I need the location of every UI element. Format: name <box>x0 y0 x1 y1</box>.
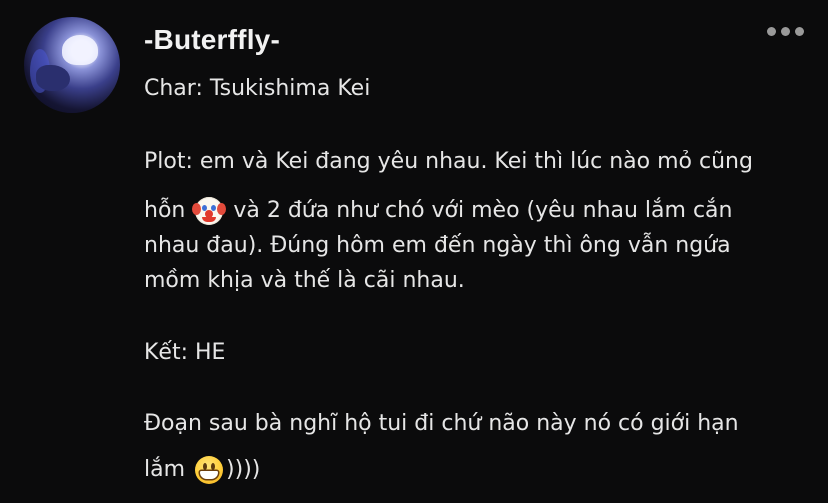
author-username[interactable]: -Buterffly- <box>144 22 280 58</box>
note-line-2-end: )))) <box>226 457 261 482</box>
post-card: -Buterffly- Char: Tsukishima Kei Plot: e… <box>0 0 828 503</box>
more-dot-icon <box>780 26 790 36</box>
avatar[interactable] <box>24 17 120 113</box>
plot-line-1: Plot: em và Kei đang yêu nhau. Kei thì l… <box>144 149 753 174</box>
note-line-1: Đoạn sau bà nghĩ hộ tui đi chứ não này n… <box>144 411 739 436</box>
grinning-face-icon <box>195 456 224 484</box>
ending-line: Kết: HE <box>144 340 226 365</box>
plot-line-2-end: và 2 đứa như chó với mèo (yêu nhau lắm c… <box>233 198 733 223</box>
note-line-2-start: lắm <box>144 457 186 482</box>
avatar-hair <box>62 35 98 65</box>
plot-line-3: nhau đau). Đúng hôm em đến ngày thì ông … <box>144 233 731 258</box>
note-line-2: lắm )))) <box>144 455 260 485</box>
avatar-hand <box>36 65 70 91</box>
clown-face-icon <box>192 197 227 225</box>
plot-line-2: hỗn và 2 đứa như chó với mèo (yêu nhau l… <box>144 196 732 226</box>
plot-line-4: mồm khịa và thế là cãi nhau. <box>144 268 465 293</box>
char-line: Char: Tsukishima Kei <box>144 76 371 101</box>
more-dot-icon <box>766 26 776 36</box>
more-dot-icon <box>794 26 804 36</box>
plot-line-2-start: hỗn <box>144 198 186 223</box>
more-options-button[interactable] <box>764 24 806 38</box>
